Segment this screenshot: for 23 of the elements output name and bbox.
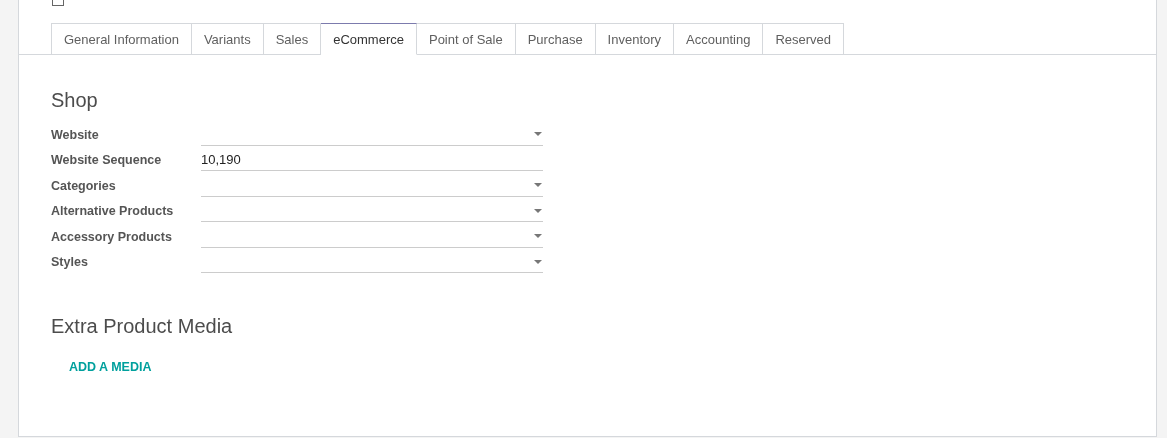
input-field[interactable]: 10,190 <box>201 149 543 171</box>
tab[interactable]: General Information <box>51 23 192 55</box>
field-label: Accessory Products <box>51 229 173 246</box>
field-label: Website Sequence <box>51 153 163 169</box>
caret-icon <box>534 259 542 264</box>
tab[interactable]: Variants <box>191 23 264 55</box>
caret-icon <box>534 132 542 136</box>
field-label: Alternative Products <box>51 204 175 220</box>
tab[interactable]: Reserved <box>763 23 845 55</box>
tab[interactable]: Accounting <box>674 23 764 55</box>
tab[interactable]: Sales <box>263 23 322 55</box>
caret-icon <box>534 234 542 238</box>
tab[interactable]: Inventory <box>595 23 675 55</box>
tab[interactable]: Purchase <box>515 23 596 55</box>
tab[interactable]: Point of Sale <box>416 23 516 55</box>
field-label: Styles <box>51 255 89 271</box>
field-label: Categories <box>51 178 117 195</box>
caret-icon <box>534 183 542 187</box>
tab[interactable]: eCommerce <box>321 23 417 55</box>
field-label: Website <box>51 127 100 144</box>
section-title: Shop <box>51 89 99 112</box>
section-title: Extra Product Media <box>51 315 234 338</box>
caret-icon <box>534 208 542 213</box>
